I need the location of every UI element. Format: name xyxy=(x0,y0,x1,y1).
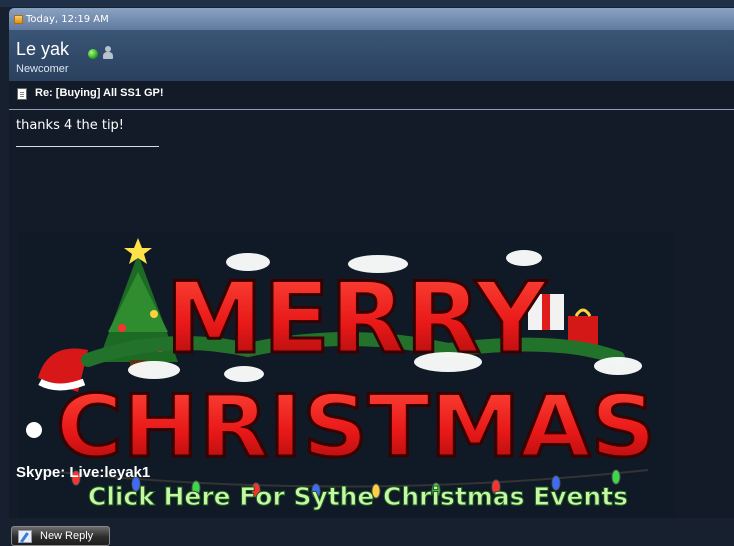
banner-merry-text: MERRY xyxy=(166,262,548,376)
title-divider xyxy=(9,109,734,110)
post-message: thanks 4 the tip! xyxy=(16,118,125,133)
top-border xyxy=(0,0,734,7)
post-body: Re: [Buying] All SS1 GP! thanks 4 the ti… xyxy=(9,81,734,529)
reply-icon xyxy=(18,529,32,543)
username-link[interactable]: Le yak xyxy=(16,39,69,60)
user-profile-icon[interactable] xyxy=(102,46,114,60)
online-status-icon xyxy=(88,49,98,59)
document-icon xyxy=(17,88,27,100)
post-date: Today, 12:19 AM xyxy=(26,13,109,25)
christmas-banner-link[interactable]: MERRY CHRISTMAS Click Here For Sythe Chr… xyxy=(18,232,675,529)
new-reply-button[interactable]: New Reply xyxy=(11,526,110,546)
post-header: Today, 12:19 AM xyxy=(9,8,734,30)
banner-christmas-text: CHRISTMAS xyxy=(56,377,656,477)
user-info-bar: Le yak Newcomer xyxy=(9,30,734,81)
skype-contact: Skype: Live:leyak1 xyxy=(16,464,151,481)
signature-divider xyxy=(16,146,159,147)
post-footer xyxy=(0,518,734,544)
new-reply-label: New Reply xyxy=(40,530,94,542)
post-title: Re: [Buying] All SS1 GP! xyxy=(35,87,164,99)
post-status-icon xyxy=(14,14,23,24)
banner-link-text: Click Here For Sythe Christmas Events xyxy=(88,482,628,511)
user-title: Newcomer xyxy=(16,63,69,75)
